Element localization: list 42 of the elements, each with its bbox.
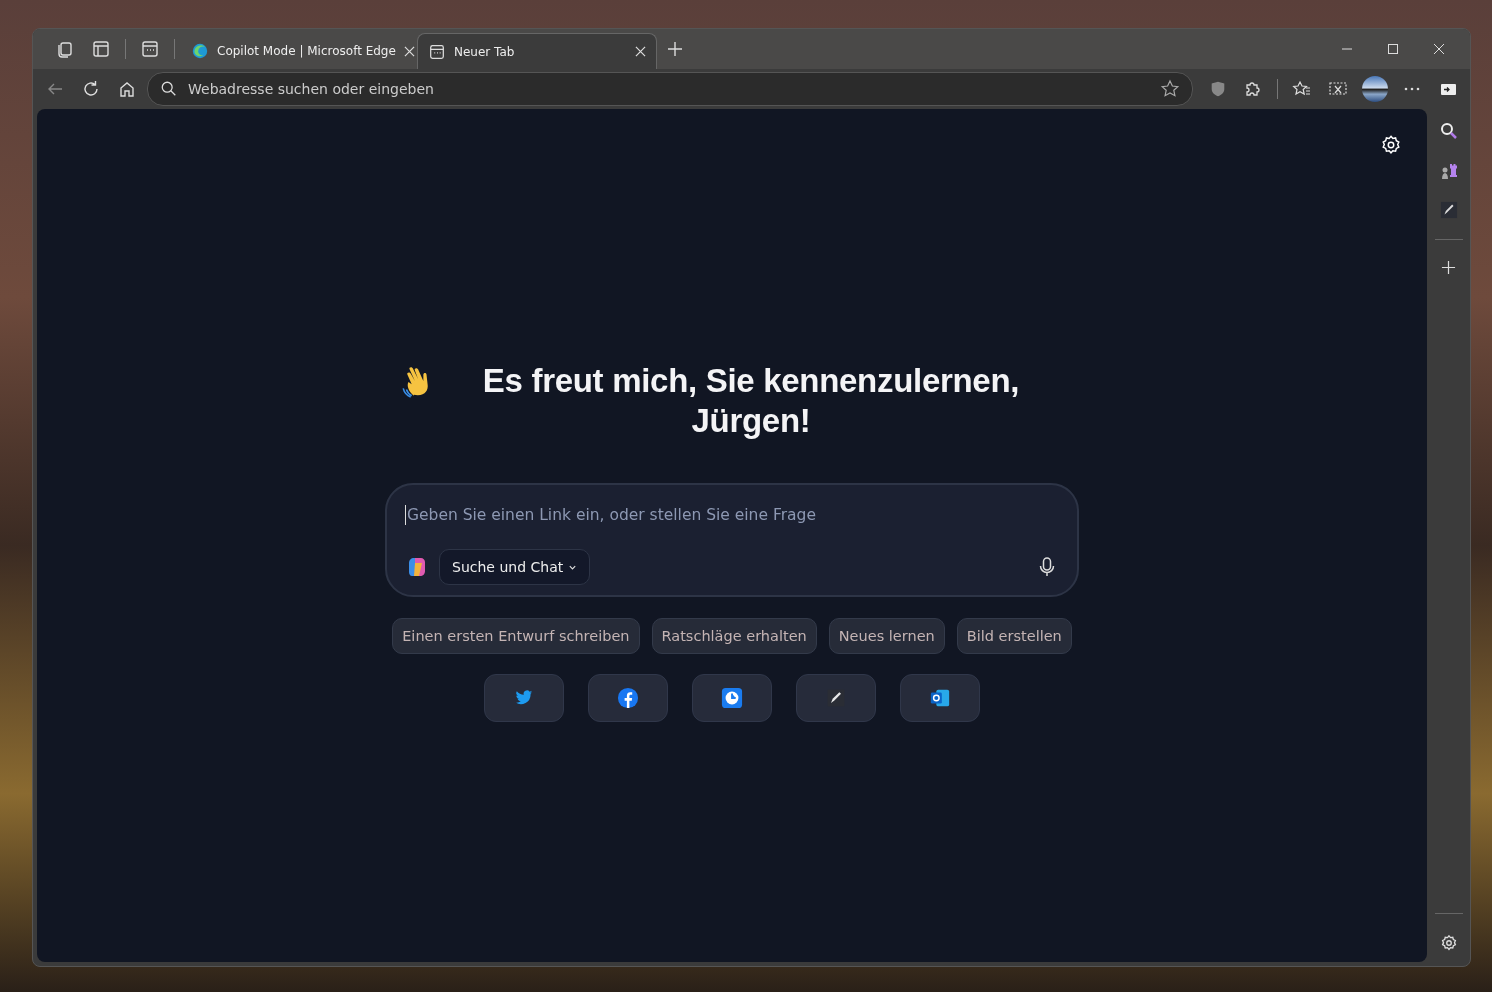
close-icon[interactable] xyxy=(1433,43,1445,55)
add-icon[interactable] xyxy=(1441,260,1456,275)
quick-link-tile[interactable] xyxy=(900,674,980,722)
suggestion-chip[interactable]: Neues lernen xyxy=(828,618,945,654)
home-icon[interactable] xyxy=(117,79,137,99)
tab-page-icon xyxy=(428,42,446,61)
quick-link-tile[interactable] xyxy=(484,674,564,722)
workspaces-icon[interactable] xyxy=(55,39,75,59)
greeting-heading: Es freut mich, Sie kennenzulernen, Jürgen! xyxy=(481,361,1021,441)
suggestion-chip[interactable]: Einen ersten Entwurf schreiben xyxy=(392,618,640,654)
refresh-icon[interactable] xyxy=(81,79,101,99)
edge-logo-icon xyxy=(191,42,209,60)
tab-page-icon[interactable] xyxy=(140,39,160,59)
tab-title: Copilot Mode | Microsoft Edge xyxy=(217,44,396,58)
close-icon[interactable] xyxy=(403,45,415,57)
vertical-tabs-icon[interactable] xyxy=(91,39,111,59)
search-icon[interactable] xyxy=(1438,121,1459,141)
mode-dropdown[interactable]: Suche und Chat xyxy=(439,549,591,585)
close-icon[interactable] xyxy=(635,46,646,57)
shield-icon[interactable] xyxy=(1209,80,1227,98)
settings-icon[interactable] xyxy=(1380,134,1402,156)
quick-link-tile[interactable] xyxy=(796,674,876,722)
star-icon[interactable] xyxy=(1160,79,1180,99)
clock-icon xyxy=(721,687,743,709)
quick-link-tile[interactable] xyxy=(692,674,772,722)
puzzle-icon[interactable] xyxy=(1243,79,1263,99)
address-bar[interactable]: Webadresse suchen oder eingeben xyxy=(147,72,1193,106)
quick-link-tile[interactable] xyxy=(588,674,668,722)
search-icon xyxy=(160,80,178,98)
browser-tab[interactable]: Copilot Mode | Microsoft Edge xyxy=(181,33,417,69)
pen-icon[interactable] xyxy=(1439,201,1458,219)
tab-title: Neuer Tab xyxy=(454,44,516,59)
maximize-icon[interactable] xyxy=(1387,43,1399,55)
facebook-logo-icon xyxy=(617,687,639,709)
question-input-field[interactable]: Geben Sie einen Link ein, oder stellen Sie eine Frage xyxy=(405,505,1059,525)
browser-tab[interactable]: Neuer Tab xyxy=(417,33,657,69)
new-tab-icon[interactable] xyxy=(667,41,683,57)
profile-avatar[interactable] xyxy=(1362,76,1388,102)
mail-app-icon xyxy=(929,687,951,709)
suggestion-chip[interactable]: Bild erstellen xyxy=(956,618,1072,654)
suggestion-chip[interactable]: Ratschläge erhalten xyxy=(651,618,817,654)
settings-icon[interactable] xyxy=(1439,934,1458,952)
